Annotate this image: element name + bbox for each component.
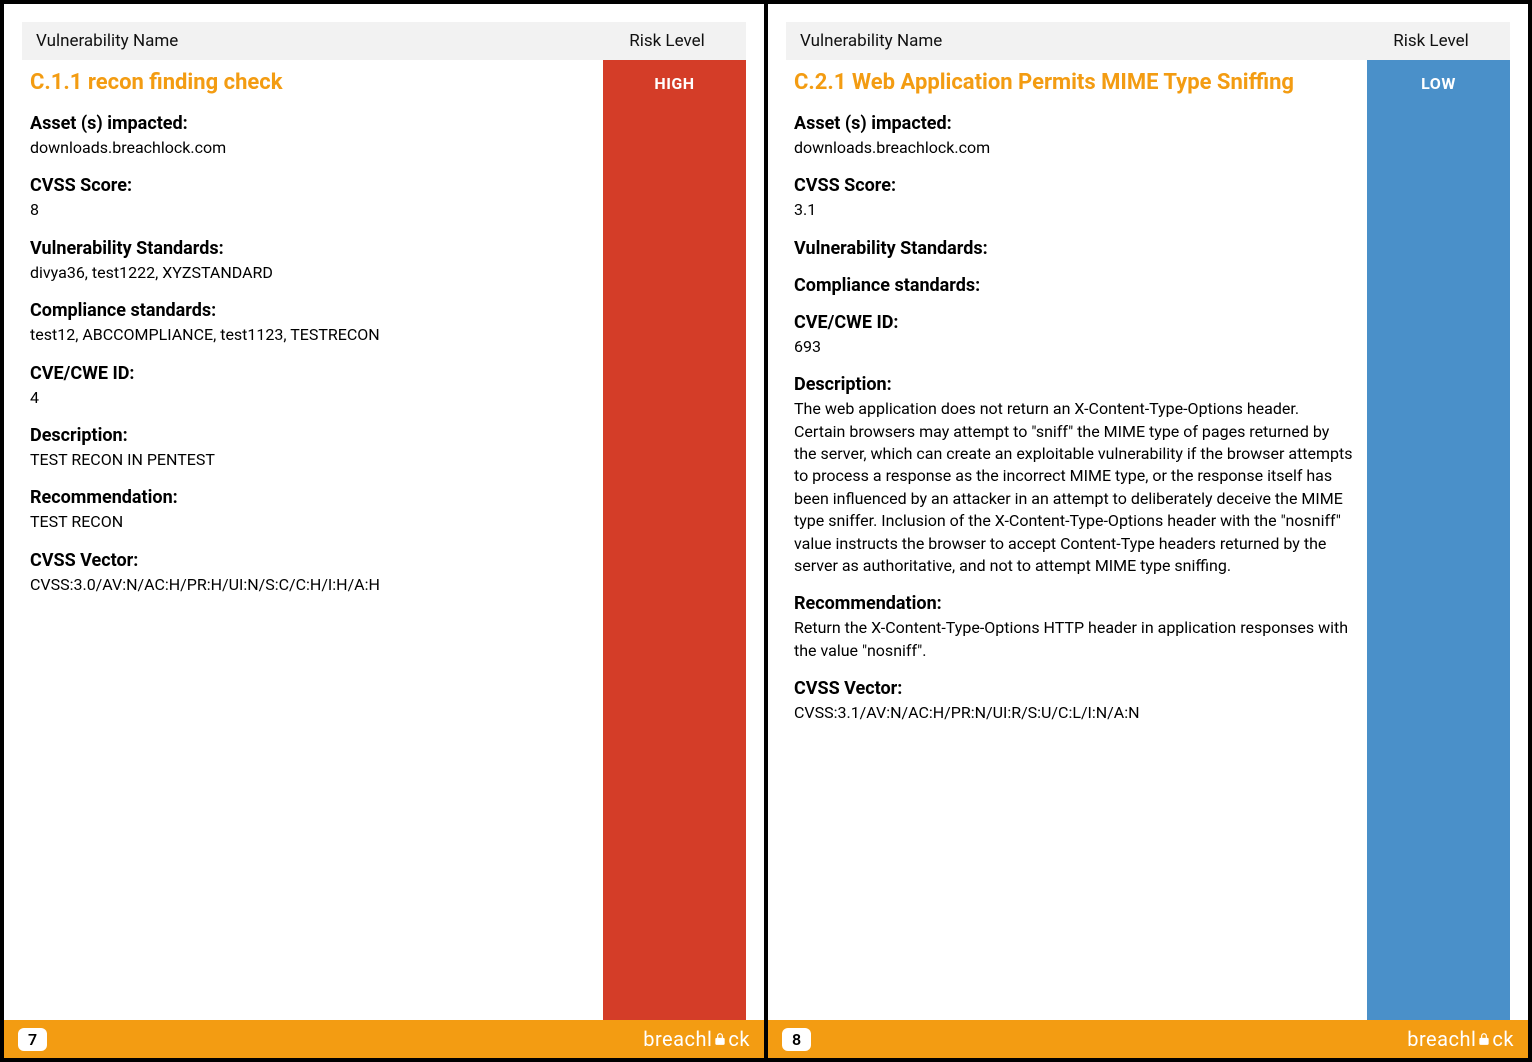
compliance-section: Compliance standards: [794, 275, 1353, 296]
brand-text-left: breachl [1407, 1027, 1476, 1051]
lock-icon [713, 1032, 727, 1046]
recommendation-heading: Recommendation: [794, 593, 1353, 614]
cve-section: CVE/CWE ID: 693 [794, 312, 1353, 358]
risk-badge-low: LOW [1421, 74, 1456, 1020]
recommendation-heading: Recommendation: [30, 487, 589, 508]
finding-title: C.2.1 Web Application Permits MIME Type … [794, 70, 1353, 95]
table-header: Vulnerability Name Risk Level [786, 22, 1510, 60]
finding-content: C.1.1 recon finding check Asset (s) impa… [22, 60, 603, 1020]
recommendation-value: Return the X-Content-Type-Options HTTP h… [794, 617, 1353, 662]
compliance-section: Compliance standards: test12, ABCCOMPLIA… [30, 300, 589, 346]
vector-section: CVSS Vector: CVSS:3.0/AV:N/AC:H/PR:H/UI:… [30, 550, 589, 596]
brand-text-left: breachl [643, 1027, 712, 1051]
page-footer: 8 breachl ck [768, 1020, 1528, 1058]
compliance-value: test12, ABCCOMPLIANCE, test1123, TESTREC… [30, 324, 589, 346]
vuln-std-heading: Vulnerability Standards: [794, 238, 1353, 259]
vuln-std-heading: Vulnerability Standards: [30, 238, 589, 259]
description-value: TEST RECON IN PENTEST [30, 449, 589, 471]
table-header: Vulnerability Name Risk Level [22, 22, 746, 60]
cvss-section: CVSS Score: 3.1 [794, 175, 1353, 221]
vuln-std-value: divya36, test1222, XYZSTANDARD [30, 262, 589, 284]
asset-section: Asset (s) impacted: downloads.breachlock… [794, 113, 1353, 159]
lock-icon [1477, 1032, 1491, 1046]
cvss-heading: CVSS Score: [794, 175, 1353, 196]
brand-logo: breachl ck [1407, 1027, 1514, 1051]
vuln-std-section: Vulnerability Standards: divya36, test12… [30, 238, 589, 284]
description-section: Description: TEST RECON IN PENTEST [30, 425, 589, 471]
vector-heading: CVSS Vector: [30, 550, 589, 571]
header-vuln-name: Vulnerability Name [800, 31, 1366, 51]
header-risk-level: Risk Level [602, 31, 732, 51]
cve-heading: CVE/CWE ID: [30, 363, 589, 384]
cve-section: CVE/CWE ID: 4 [30, 363, 589, 409]
asset-value: downloads.breachlock.com [794, 137, 1353, 159]
cve-value: 693 [794, 336, 1353, 358]
asset-heading: Asset (s) impacted: [794, 113, 1353, 134]
asset-value: downloads.breachlock.com [30, 137, 589, 159]
brand-logo: breachl ck [643, 1027, 750, 1051]
finding-content: C.2.1 Web Application Permits MIME Type … [786, 60, 1367, 1020]
asset-heading: Asset (s) impacted: [30, 113, 589, 134]
page-footer: 7 breachl ck [4, 1020, 764, 1058]
cve-value: 4 [30, 387, 589, 409]
report-page-left: Vulnerability Name Risk Level C.1.1 reco… [4, 4, 764, 1058]
compliance-heading: Compliance standards: [30, 300, 589, 321]
brand-text-right: ck [728, 1027, 750, 1051]
finding-row: C.1.1 recon finding check Asset (s) impa… [22, 60, 746, 1020]
description-heading: Description: [794, 374, 1353, 395]
vector-value: CVSS:3.0/AV:N/AC:H/PR:H/UI:N/S:C/C:H/I:H… [30, 574, 589, 596]
vuln-std-section: Vulnerability Standards: [794, 238, 1353, 259]
recommendation-section: Recommendation: Return the X-Content-Typ… [794, 593, 1353, 662]
cvss-value: 8 [30, 199, 589, 221]
vector-value: CVSS:3.1/AV:N/AC:H/PR:N/UI:R/S:U/C:L/I:N… [794, 702, 1353, 724]
compliance-heading: Compliance standards: [794, 275, 1353, 296]
brand-text-right: ck [1492, 1027, 1514, 1051]
vector-section: CVSS Vector: CVSS:3.1/AV:N/AC:H/PR:N/UI:… [794, 678, 1353, 724]
report-page-right: Vulnerability Name Risk Level C.2.1 Web … [768, 4, 1528, 1058]
cvss-heading: CVSS Score: [30, 175, 589, 196]
recommendation-value: TEST RECON [30, 511, 589, 533]
description-value: The web application does not return an X… [794, 398, 1353, 577]
finding-row: C.2.1 Web Application Permits MIME Type … [786, 60, 1510, 1020]
risk-badge-high: HIGH [654, 74, 694, 1020]
finding-title: C.1.1 recon finding check [30, 70, 589, 95]
page-number: 7 [18, 1028, 47, 1051]
header-vuln-name: Vulnerability Name [36, 31, 602, 51]
risk-column: LOW [1367, 60, 1510, 1020]
page-number: 8 [782, 1028, 811, 1051]
cvss-value: 3.1 [794, 199, 1353, 221]
risk-column: HIGH [603, 60, 746, 1020]
cve-heading: CVE/CWE ID: [794, 312, 1353, 333]
recommendation-section: Recommendation: TEST RECON [30, 487, 589, 533]
description-heading: Description: [30, 425, 589, 446]
header-risk-level: Risk Level [1366, 31, 1496, 51]
description-section: Description: The web application does no… [794, 374, 1353, 577]
asset-section: Asset (s) impacted: downloads.breachlock… [30, 113, 589, 159]
cvss-section: CVSS Score: 8 [30, 175, 589, 221]
vector-heading: CVSS Vector: [794, 678, 1353, 699]
